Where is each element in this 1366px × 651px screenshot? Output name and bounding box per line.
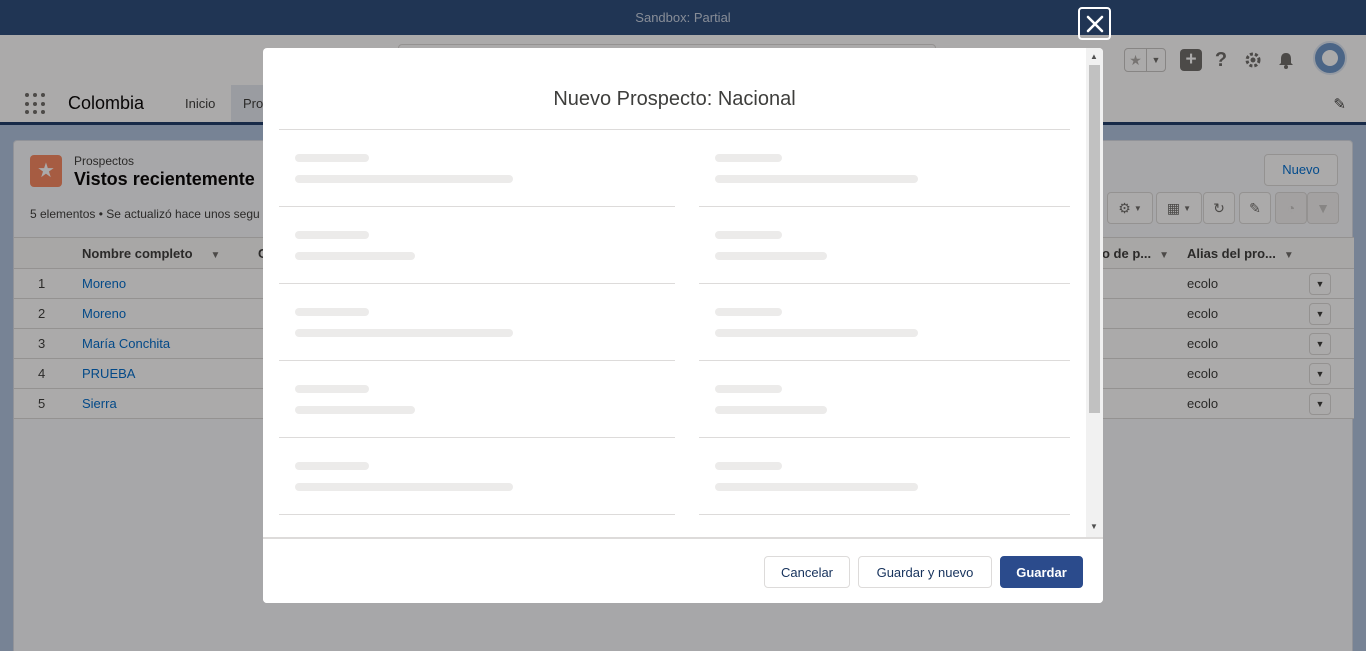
loading-field-placeholder	[279, 438, 675, 515]
scroll-up-arrow-icon[interactable]: ▲	[1090, 52, 1098, 61]
scrollbar-thumb[interactable]	[1089, 65, 1100, 413]
loading-field-placeholder	[699, 130, 1070, 207]
loading-field-placeholder	[279, 207, 675, 284]
loading-field-placeholder	[279, 130, 675, 207]
loading-field-placeholder	[699, 207, 1070, 284]
close-modal-button[interactable]	[1078, 7, 1111, 40]
scroll-down-arrow-icon[interactable]: ▼	[1090, 522, 1098, 531]
loading-field-placeholder	[279, 284, 675, 361]
cancel-button[interactable]: Cancelar	[764, 556, 850, 588]
modal-body: Nuevo Prospecto: Nacional	[263, 48, 1086, 537]
modal-scrollbar[interactable]: ▲ ▼	[1086, 48, 1103, 537]
new-lead-modal: Nuevo Prospecto: Nacional ▲ ▼ Cancelar G…	[263, 48, 1103, 603]
save-and-new-button[interactable]: Guardar y nuevo	[858, 556, 992, 588]
save-button[interactable]: Guardar	[1000, 556, 1083, 588]
loading-field-placeholder	[699, 284, 1070, 361]
loading-field-placeholder	[699, 361, 1070, 438]
loading-field-placeholder	[279, 361, 675, 438]
modal-title: Nuevo Prospecto: Nacional	[553, 88, 796, 110]
modal-footer: Cancelar Guardar y nuevo Guardar	[263, 537, 1103, 603]
loading-field-placeholder	[699, 438, 1070, 515]
close-icon	[1086, 15, 1103, 32]
